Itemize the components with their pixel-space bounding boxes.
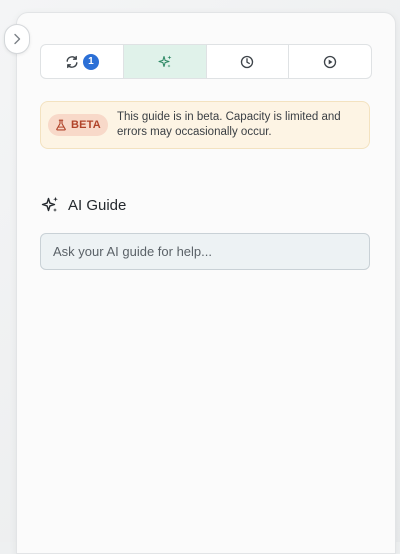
refresh-icon [65, 55, 79, 69]
beta-message: This guide is in beta. Capacity is limit… [117, 110, 361, 140]
panel-tab-bar: 1 [40, 44, 372, 79]
chevron-right-icon [12, 33, 22, 45]
ai-guide-title: AI Guide [68, 197, 126, 214]
beta-badge: BETA [48, 114, 108, 136]
collapse-panel-button[interactable] [4, 24, 30, 54]
play-circle-icon [323, 55, 337, 69]
beta-label: BETA [71, 119, 101, 131]
sparkles-icon [40, 195, 60, 215]
flask-icon [55, 119, 67, 131]
tab-history[interactable] [207, 45, 290, 78]
ai-guide-header: AI Guide [40, 194, 126, 216]
ai-guide-input[interactable] [40, 233, 370, 270]
clock-icon [240, 55, 254, 69]
sparkles-icon [157, 54, 173, 70]
notification-count-badge: 1 [83, 54, 99, 70]
ai-guide-panel [16, 12, 396, 554]
tab-play[interactable] [289, 45, 371, 78]
beta-notice: BETA This guide is in beta. Capacity is … [40, 101, 370, 149]
tab-refresh[interactable]: 1 [41, 45, 124, 78]
tab-ai-guide[interactable] [124, 45, 207, 78]
